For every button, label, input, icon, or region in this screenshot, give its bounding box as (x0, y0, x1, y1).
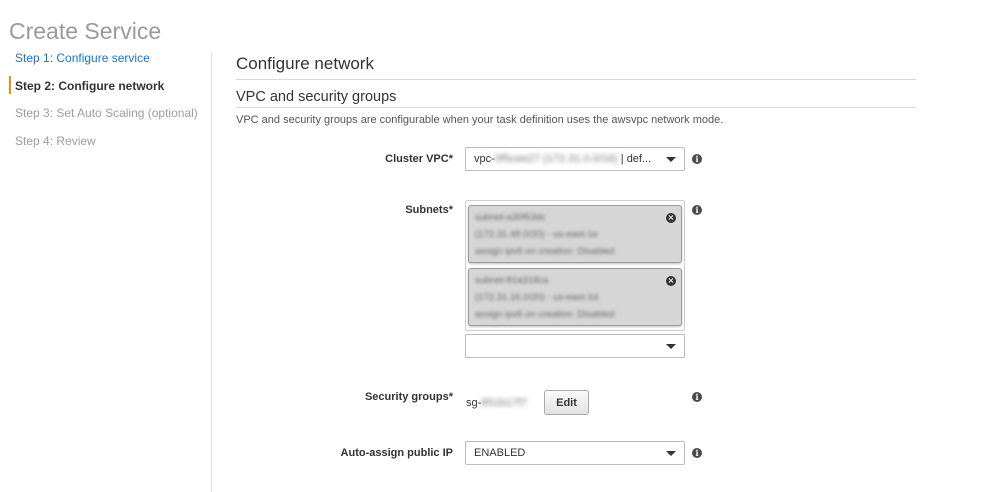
auto-assign-ip-label: Auto-assign public IP (340, 447, 453, 459)
caret-down-icon (666, 451, 676, 456)
section-title: Configure network (236, 54, 374, 73)
info-icon[interactable]: i (692, 392, 702, 402)
sidebar-divider (211, 52, 212, 492)
close-circle-icon[interactable]: × (666, 213, 676, 223)
cluster-vpc-redacted-value: 0f5cee27 (172.31.0.0/16) (494, 153, 618, 165)
security-group-redacted-value: 851b17f7 (481, 397, 528, 409)
subnet-token: subnet-81a318ca (172.31.16.0/20) - us-ea… (468, 268, 682, 326)
step-configure-network: Step 2: Configure network (9, 75, 205, 106)
subnet-token: subnet-a30f63dc (172.31.48.0/20) - us-ea… (468, 205, 682, 263)
page-title: Create Service (9, 18, 162, 45)
info-icon[interactable]: i (692, 448, 702, 458)
step-set-auto-scaling: Step 3: Set Auto Scaling (optional) (15, 106, 198, 120)
cluster-vpc-label: Cluster VPC* (385, 153, 453, 165)
subnet-id: subnet-a30f63dc (475, 212, 546, 223)
caret-down-icon (666, 157, 676, 162)
subnet-ipv6: assign ipv6 on creation: Disabled (475, 309, 615, 320)
auto-assign-ip-value: ENABLED (474, 447, 526, 459)
wizard-steps: Step 1: Configure service Step 2: Config… (9, 50, 205, 160)
subnets-label: Subnets* (405, 204, 453, 216)
security-group-value: sg-851b17f7 (466, 397, 527, 409)
subnets-add-select[interactable] (465, 334, 685, 358)
help-text: VPC and security groups are configurable… (236, 114, 724, 126)
step-configure-service[interactable]: Step 1: Configure service (15, 50, 205, 78)
subsection-divider (236, 107, 916, 108)
subnet-cidr: (172.31.16.0/20) - us-east-1d (475, 292, 599, 303)
subsection-title: VPC and security groups (236, 89, 397, 105)
auto-assign-ip-select[interactable]: ENABLED (465, 441, 685, 465)
subnet-cidr: (172.31.48.0/20) - us-east-1e (475, 229, 599, 240)
info-icon[interactable]: i (692, 205, 702, 215)
edit-security-groups-button[interactable]: Edit (544, 390, 589, 415)
cluster-vpc-suffix: | def... (617, 153, 652, 165)
step-review: Step 4: Review (15, 133, 96, 148)
subnets-multiselect[interactable]: subnet-a30f63dc (172.31.48.0/20) - us-ea… (465, 200, 685, 331)
info-icon[interactable]: i (692, 154, 702, 164)
caret-down-icon (666, 344, 676, 349)
security-groups-label: Security groups* (364, 391, 453, 403)
subnet-ipv6: assign ipv6 on creation: Disabled (475, 246, 615, 257)
security-group-prefix: sg- (466, 397, 482, 409)
cluster-vpc-select[interactable]: vpc-0f5cee27 (172.31.0.0/16) | def... (465, 147, 685, 171)
subnet-id: subnet-81a318ca (475, 275, 549, 286)
section-divider (236, 79, 916, 80)
cluster-vpc-prefix: vpc- (474, 153, 495, 165)
close-circle-icon[interactable]: × (666, 276, 676, 286)
